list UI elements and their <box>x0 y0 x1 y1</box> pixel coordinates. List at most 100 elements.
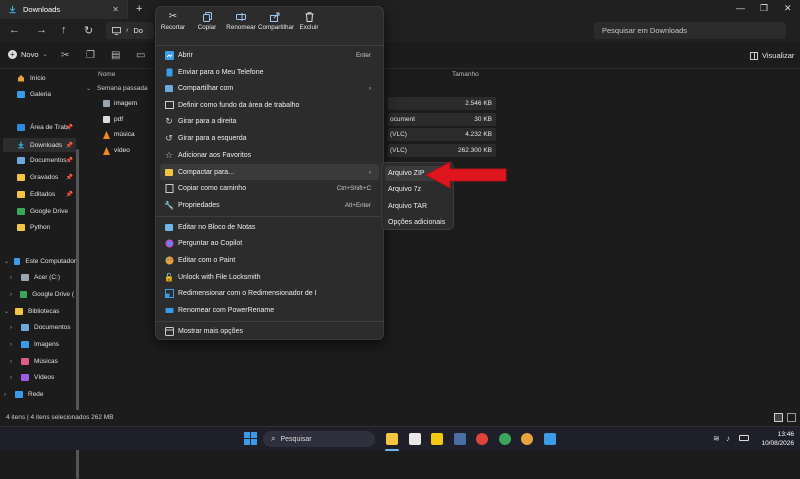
title-bar: Downloads ✕ + — ❐ ✕ <box>0 0 800 19</box>
menu-item-copiar-caminho[interactable]: Copiar como caminho Ctrl+Shift+C <box>160 180 379 196</box>
share-label: Compartilhar <box>258 24 295 31</box>
windows-start-icon[interactable] <box>244 432 257 445</box>
volume-icon[interactable]: ♪ <box>726 434 730 443</box>
new-button[interactable]: + Novo ⌄ <box>8 50 48 59</box>
sidebar-item-google-drive[interactable]: Google Drive <box>17 208 73 215</box>
chrome-profile-2-icon[interactable] <box>521 433 533 445</box>
tab-close-icon[interactable]: ✕ <box>112 5 119 14</box>
sidebar-item-videos[interactable]: › Vídeos <box>10 374 54 381</box>
sidebar-item-musicas[interactable]: › Músicas <box>10 358 58 365</box>
search-input[interactable]: Pesquisar em Downloads <box>594 22 786 39</box>
back-arrow-icon[interactable]: ← <box>9 24 20 36</box>
share-action[interactable]: Compartilhar <box>258 11 295 32</box>
new-tab-button[interactable]: + <box>136 3 142 15</box>
paste-icon[interactable]: ▤ <box>111 50 120 61</box>
sidebar-item-acer[interactable]: › Acer (C:) <box>10 274 60 281</box>
minimize-button[interactable]: — <box>736 3 745 13</box>
copy-action[interactable]: Copiar <box>190 11 224 32</box>
sidebar-item-python[interactable]: Python <box>17 224 50 231</box>
sidebar-item-inicio[interactable]: Início <box>17 74 46 82</box>
chrome-icon[interactable] <box>476 433 488 445</box>
forward-arrow-icon[interactable]: → <box>36 24 47 36</box>
sidebar-item-este-computador[interactable]: ⌄ Este Computador <box>4 258 76 265</box>
scissors-icon[interactable]: ✂ <box>61 50 69 61</box>
document-icon <box>21 324 29 331</box>
navigation-bar: ← → ↑ ↻ › Do Pesquisar em Downloads <box>0 19 800 42</box>
group-header[interactable]: ⌄ Semana passada <box>86 85 148 92</box>
menu-divider <box>156 321 383 322</box>
menu-item-bloco-notas[interactable]: Editar no Bloco de Notas <box>160 219 379 235</box>
app-icon-2[interactable] <box>544 433 556 445</box>
up-arrow-icon[interactable]: ↑ <box>61 24 67 36</box>
maximize-button[interactable]: ❐ <box>760 3 768 14</box>
menu-item-label: Girar para a direita <box>178 117 237 125</box>
menu-item-label: Compactar para... <box>178 168 235 176</box>
menu-item-enviar-telefone[interactable]: Enviar para o Meu Telefone <box>160 64 379 80</box>
google-drive-icon <box>17 208 25 215</box>
file-size: 2.546 KB <box>388 97 496 110</box>
rename-icon[interactable]: ▭ <box>136 50 145 61</box>
folder-icon <box>17 174 25 181</box>
copy-icon[interactable]: ❐ <box>86 50 95 61</box>
refresh-icon[interactable]: ↻ <box>84 24 93 37</box>
tiles-view-icon[interactable] <box>787 413 796 422</box>
submenu-item-opcoes-adicionais[interactable]: Opções adicionais <box>385 215 451 230</box>
preview-pane-icon <box>750 51 758 60</box>
sidebar-item-documentos[interactable]: Documentos 📌 <box>17 157 73 164</box>
column-header-size[interactable]: Tamanho <box>452 71 479 78</box>
clock[interactable]: 13:46 10/08/2026 <box>756 430 794 448</box>
view-button[interactable]: Visualizar <box>750 51 794 60</box>
chevron-right-icon: › <box>10 324 12 331</box>
menu-item-powerrename[interactable]: Renomear com PowerRename <box>160 302 379 318</box>
menu-item-compartilhar-com[interactable]: Compartilhar com › <box>160 80 379 96</box>
close-button[interactable]: ✕ <box>784 3 792 14</box>
menu-item-girar-esquerda[interactable]: ↺ Girar para a esquerda <box>160 130 379 146</box>
sidebar-item-gravados[interactable]: Gravados 📌 <box>17 174 73 181</box>
sidebar-item-google-drive-drive[interactable]: › Google Drive ( <box>10 291 74 298</box>
menu-item-favoritos[interactable]: ☆ Adicionar aos Favoritos <box>160 147 379 163</box>
sidebar-item-imagens[interactable]: › Imagens <box>10 341 59 348</box>
chevron-right-icon: › <box>10 291 12 298</box>
sidebar-item-lib-documentos[interactable]: › Documentos <box>10 324 71 331</box>
menu-item-file-locksmith[interactable]: 🔓 Unlock with File Locksmith <box>160 269 379 285</box>
menu-item-redimensionar[interactable]: Redimensionar com o Redimensionador de I <box>160 285 379 301</box>
sidebar-item-rede[interactable]: › Rede <box>4 391 44 398</box>
sidebar-item-area-de-trabalho[interactable]: Área de Trab 📌 <box>17 124 73 131</box>
app-icon[interactable] <box>454 433 466 445</box>
file-explorer-icon[interactable] <box>386 433 398 445</box>
chrome-profile-icon[interactable] <box>499 433 511 445</box>
sidebar-item-bibliotecas[interactable]: ⌄ Bibliotecas <box>4 308 59 315</box>
menu-item-label: Editar no Bloco de Notas <box>178 223 256 231</box>
notepad-app-icon[interactable] <box>409 433 421 445</box>
folder-icon <box>17 224 25 231</box>
pin-icon: 📌 <box>65 142 73 149</box>
menu-item-copilot[interactable]: Perguntar ao Copilot <box>160 235 379 251</box>
tab-downloads[interactable]: Downloads ✕ <box>0 0 128 19</box>
column-header-name[interactable]: Nome <box>98 71 115 78</box>
menu-item-paint[interactable]: Editar com o Paint <box>160 252 379 268</box>
menu-item-definir-fundo[interactable]: Definir como fundo da área de trabalho <box>160 97 379 113</box>
chevron-right-icon: › <box>126 27 129 34</box>
address-bar[interactable]: › Do <box>106 22 154 39</box>
open-icon <box>164 50 174 60</box>
sidebar-item-editados[interactable]: Editados 📌 <box>17 191 73 198</box>
sidebar-item-galeria[interactable]: Galeria <box>17 91 51 98</box>
taskbar-search[interactable]: ⌕ Pesquisar <box>263 431 375 447</box>
menu-item-mais-opcoes[interactable]: Mostrar mais opções <box>160 323 379 339</box>
menu-item-abrir[interactable]: Abrir Enter <box>160 47 379 63</box>
battery-icon[interactable] <box>739 435 749 441</box>
menu-item-compactar[interactable]: Compactar para... › <box>160 164 379 180</box>
wifi-icon[interactable]: ≋ <box>713 434 720 443</box>
details-view-icon[interactable] <box>774 413 783 422</box>
rename-action[interactable]: Renomear <box>224 11 258 32</box>
cut-action[interactable]: ✂ Recortar <box>156 11 190 32</box>
submenu-item-arquivo-tar[interactable]: Arquivo TAR <box>385 199 451 214</box>
menu-item-girar-direita[interactable]: ↻ Girar para a direita <box>160 113 379 129</box>
menu-item-propriedades[interactable]: 🔧 Propriedades Alt+Enter <box>160 197 379 213</box>
rotate-right-icon: ↻ <box>165 115 173 126</box>
sidebar-item-downloads[interactable]: Downloads 📌 <box>3 138 76 152</box>
sticky-notes-icon[interactable] <box>431 433 443 445</box>
chevron-down-icon: ⌄ <box>86 86 92 92</box>
menu-item-label: Editar com o Paint <box>178 256 236 264</box>
delete-action[interactable]: Excluir <box>292 11 326 32</box>
